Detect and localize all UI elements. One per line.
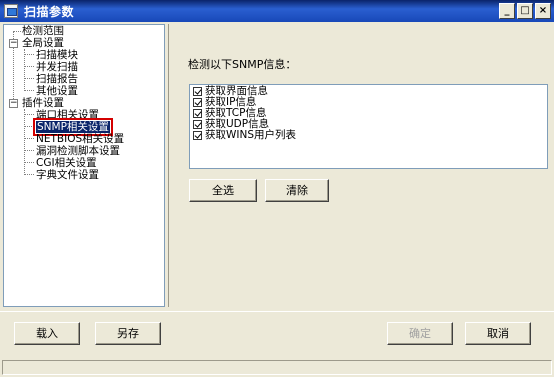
maximize-button[interactable]: □ <box>517 3 533 19</box>
expand-minus-icon[interactable]: − <box>9 39 18 48</box>
tree-connector <box>24 78 34 79</box>
app-icon <box>4 4 18 18</box>
tree-connector <box>13 31 21 32</box>
tree-connector <box>24 109 25 175</box>
cancel-button[interactable]: 取消 <box>465 322 531 345</box>
settings-tree: 检测范围 − 全局设置 扫描模块 并发扫描 扫描报告 其他设置 − 插件设置 端… <box>3 24 165 307</box>
window-controls: _ □ × <box>499 3 551 19</box>
tree-connector <box>24 114 34 115</box>
snmp-prompt-label: 检测以下SNMP信息： <box>188 58 297 71</box>
tree-item-port-settings[interactable]: 端口相关设置 <box>36 109 99 121</box>
tree-connector <box>24 54 34 55</box>
clear-button[interactable]: 清除 <box>265 179 329 202</box>
checkbox-checked-icon[interactable] <box>193 98 202 107</box>
list-item[interactable]: 获取WINS用户列表 <box>193 130 547 141</box>
checkbox-checked-icon[interactable] <box>193 109 202 118</box>
tree-item-netbios-settings[interactable]: NETBIOS相关设置 <box>36 133 124 145</box>
minimize-button[interactable]: _ <box>499 3 515 19</box>
tree-item-dictionary-settings[interactable]: 字典文件设置 <box>36 169 99 181</box>
option-label: 获取WINS用户列表 <box>205 129 296 141</box>
tree-connector <box>24 150 34 151</box>
load-button[interactable]: 载入 <box>14 322 80 345</box>
ok-button[interactable]: 确定 <box>387 322 453 345</box>
tree-item-cgi-settings[interactable]: CGI相关设置 <box>36 157 97 169</box>
status-bar <box>2 360 552 375</box>
tree-item-scan-report[interactable]: 扫描报告 <box>36 73 78 85</box>
snmp-options-list: 获取界面信息 获取IP信息 获取TCP信息 获取UDP信息 获取WINS用户列表 <box>189 84 548 169</box>
tree-item-snmp-settings[interactable]: SNMP相关设置 <box>33 118 113 136</box>
close-button[interactable]: × <box>535 3 551 19</box>
tree-connector <box>24 66 34 67</box>
tree-item-other-settings[interactable]: 其他设置 <box>36 85 78 97</box>
tree-item-detect-range[interactable]: 检测范围 <box>22 25 64 37</box>
tree-item-vuln-script-settings[interactable]: 漏洞检测脚本设置 <box>36 145 120 157</box>
tree-connector <box>24 162 34 163</box>
checkbox-checked-icon[interactable] <box>193 87 202 96</box>
tree-connector <box>24 138 34 139</box>
tree-connector <box>24 126 34 127</box>
tree-connector <box>24 174 34 175</box>
tree-item-plugin-settings[interactable]: 插件设置 <box>22 97 64 109</box>
select-all-button[interactable]: 全选 <box>189 179 257 202</box>
expand-minus-icon[interactable]: − <box>9 99 18 108</box>
save-as-button[interactable]: 另存 <box>95 322 161 345</box>
tree-item-global-settings[interactable]: 全局设置 <box>22 37 64 49</box>
divider <box>0 311 554 312</box>
tree-item-scan-module[interactable]: 扫描模块 <box>36 49 78 61</box>
tree-connector <box>24 49 25 91</box>
title-bar: 扫描参数 _ □ × <box>0 0 554 22</box>
checkbox-checked-icon[interactable] <box>193 120 202 129</box>
window-title: 扫描参数 <box>24 4 75 19</box>
checkbox-checked-icon[interactable] <box>193 131 202 140</box>
tree-item-concurrent-scan[interactable]: 并发扫描 <box>36 61 78 73</box>
tree-connector <box>24 90 34 91</box>
